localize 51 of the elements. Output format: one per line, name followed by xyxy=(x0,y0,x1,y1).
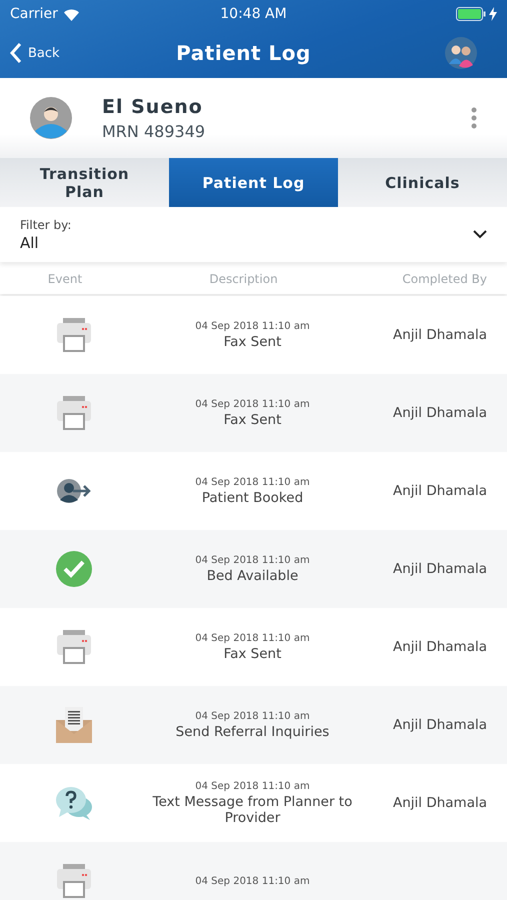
patient-mrn: MRN 489349 xyxy=(102,122,206,140)
event-description: Fax Sent xyxy=(224,646,282,662)
event-date: 04 Sep 2018 11:10 am xyxy=(195,476,310,488)
event-date: 04 Sep 2018 11:10 am xyxy=(195,876,310,886)
event-description: Patient Booked xyxy=(202,490,304,506)
event-date: 04 Sep 2018 11:10 am xyxy=(195,320,310,332)
description-header: Description xyxy=(208,272,279,286)
event-header: Event xyxy=(46,272,84,286)
event-date: 04 Sep 2018 11:10 am xyxy=(195,554,310,566)
event-description: Bed Available xyxy=(206,568,298,584)
tab[interactable]: Patient Log xyxy=(169,158,338,207)
completed-by-name: Anjil Dhamala xyxy=(392,717,488,733)
filter-label: Filter by: xyxy=(20,218,72,232)
person-arrow-icon xyxy=(56,478,92,504)
event-date: 04 Sep 2018 11:10 am xyxy=(195,710,310,722)
completed-by-name: Anjil Dhamala xyxy=(392,639,488,655)
event-date: 04 Sep 2018 11:10 am xyxy=(195,780,310,792)
event-date: 04 Sep 2018 11:10 am xyxy=(195,632,310,644)
tab[interactable]: Clinicals xyxy=(338,158,507,207)
completed-by-header: Completed By xyxy=(401,272,488,286)
event-date: 04 Sep 2018 11:10 am xyxy=(195,398,310,410)
printer-icon xyxy=(56,630,92,664)
filter-value[interactable]: All xyxy=(20,234,72,252)
wifi-icon xyxy=(62,8,80,20)
completed-by-name: Anjil Dhamala xyxy=(392,561,488,577)
tab[interactable]: Transition Plan xyxy=(0,158,169,207)
completed-by-name: Anjil Dhamala xyxy=(392,327,488,343)
question-chat-icon xyxy=(55,785,93,821)
completed-by-name: Anjil Dhamala xyxy=(392,405,488,421)
carrier-label: Carrier xyxy=(10,6,58,22)
event-description: Fax Sent xyxy=(224,334,282,350)
patient-name: El Sueno xyxy=(102,96,204,118)
completed-by-name: Anjil Dhamala xyxy=(392,483,488,499)
completed-by-name: Anjil Dhamala xyxy=(392,795,488,811)
charging-icon xyxy=(488,7,497,21)
event-description: Send Referral Inquiries xyxy=(176,724,330,740)
dropdown-chevron-icon[interactable] xyxy=(473,230,487,239)
check-icon xyxy=(56,551,92,587)
printer-icon xyxy=(56,396,92,430)
screen-title: Patient Log xyxy=(176,41,311,65)
clock-time: 10:48 AM xyxy=(220,6,287,22)
battery-icon xyxy=(456,7,486,21)
two-people-avatar-icon[interactable] xyxy=(444,37,477,69)
event-description: Fax Sent xyxy=(224,412,282,428)
more-options-icon[interactable] xyxy=(471,107,477,129)
back-chevron-icon xyxy=(10,42,22,64)
printer-icon xyxy=(56,318,92,352)
event-description: Text Message from Planner to Provider xyxy=(152,794,354,826)
back-button[interactable]: Back xyxy=(10,42,110,64)
patient-avatar xyxy=(30,97,72,139)
envelope-letter-icon xyxy=(55,706,93,744)
